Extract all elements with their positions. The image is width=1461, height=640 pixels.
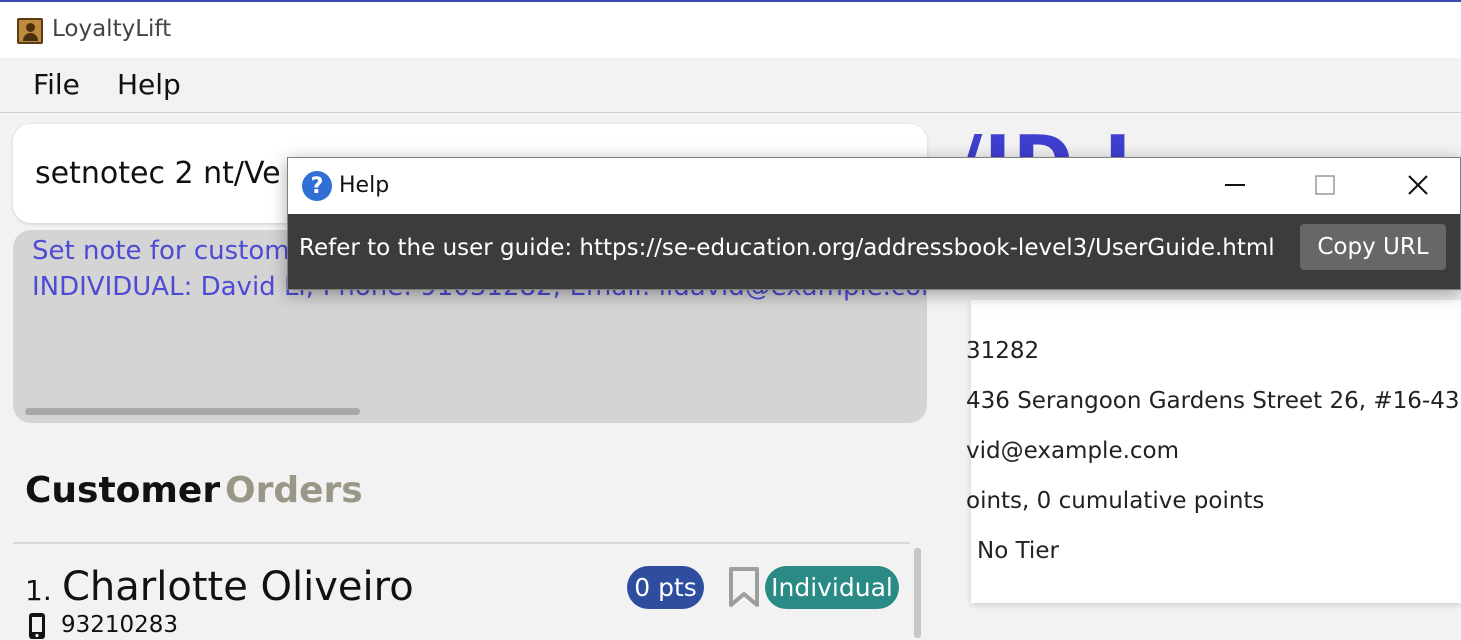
help-message: Refer to the user guide: https://se-educ…	[299, 235, 1275, 261]
list-divider	[13, 542, 910, 544]
menu-bar: File Help	[0, 58, 1461, 113]
detail-email: vid@example.com	[966, 438, 1180, 464]
close-icon[interactable]	[1403, 170, 1433, 200]
detail-phone: 31282	[966, 338, 1040, 364]
customer-phone: 93210283	[61, 612, 179, 638]
phone-icon	[29, 613, 45, 639]
menu-file[interactable]: File	[33, 68, 80, 101]
menu-help[interactable]: Help	[117, 68, 181, 101]
help-titlebar: ? Help	[288, 158, 1460, 214]
customer-name: Charlotte Oliveiro	[62, 564, 414, 610]
question-mark-icon: ?	[302, 171, 332, 201]
tab-orders[interactable]: Orders	[225, 470, 363, 511]
customer-index: 1.	[25, 574, 52, 607]
help-body: Refer to the user guide: https://se-educ…	[288, 214, 1460, 289]
list-scrollbar[interactable]	[914, 548, 921, 638]
help-title: Help	[339, 173, 390, 198]
address-book-icon	[17, 18, 43, 44]
copy-url-button[interactable]: Copy URL	[1300, 224, 1446, 270]
minimize-icon[interactable]	[1220, 170, 1250, 200]
result-horizontal-scrollbar[interactable]	[25, 408, 360, 415]
tab-customer[interactable]: Customer	[25, 470, 220, 511]
detail-points: oints, 0 cumulative points	[966, 488, 1265, 514]
window-titlebar: LoyaltyLift	[0, 0, 1461, 58]
points-badge: 0 pts	[627, 566, 704, 609]
maximize-icon[interactable]	[1310, 170, 1340, 200]
command-text[interactable]: setnotec 2 nt/Ve	[35, 156, 281, 191]
help-dialog: ? Help Refer to the user guide: https://…	[287, 157, 1461, 290]
result-line-1: Set note for custome	[32, 236, 306, 266]
bookmark-icon[interactable]	[727, 566, 761, 608]
detail-tier: No Tier	[977, 538, 1059, 564]
window-title: LoyaltyLift	[52, 16, 172, 42]
customer-type-badge: Individual	[765, 566, 899, 609]
detail-address: 436 Serangoon Gardens Street 26, #16-43	[966, 388, 1460, 414]
